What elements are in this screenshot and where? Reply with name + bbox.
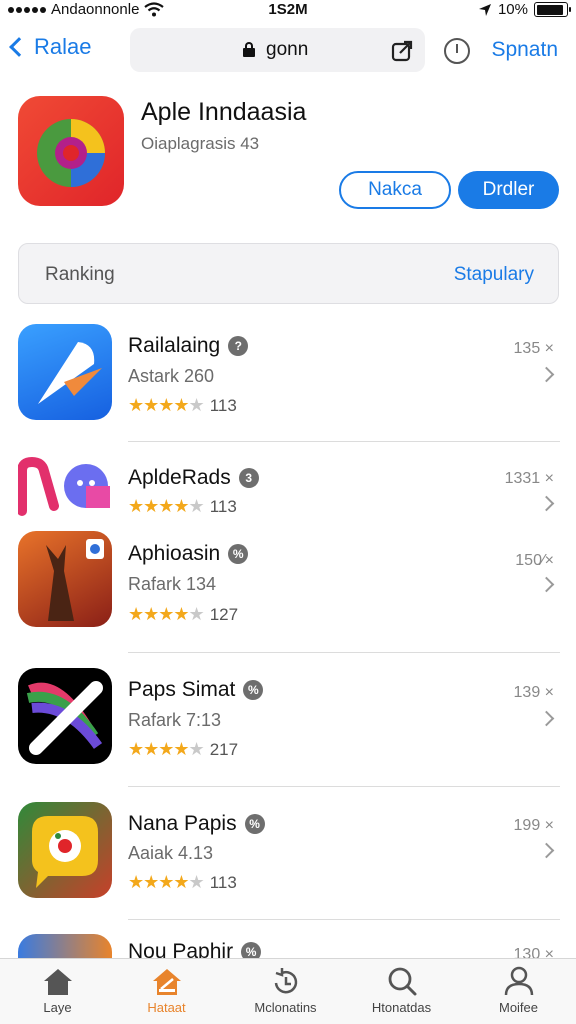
app-name: Paps Simat%: [128, 678, 264, 702]
tab-bar: Laye Hataat Mclonatins Htonatdas Moifee: [0, 958, 576, 1024]
tab-updates[interactable]: Mclonatins: [228, 965, 343, 1015]
info-badge-icon: %: [244, 814, 265, 834]
app-list-icon: [18, 324, 112, 420]
app-subtitle: Astark 260: [128, 366, 215, 386]
browser-nav-bar: Ralae gonn Spnatn: [0, 28, 576, 74]
info-badge-icon: 3: [238, 468, 259, 488]
app-icon: [18, 96, 124, 206]
app-name: Nou Paphir%: [128, 940, 262, 958]
row-meta: 1331 ×: [504, 470, 554, 487]
segment-ranking[interactable]: Ranking: [45, 264, 115, 286]
app-name: Nana Papis%: [128, 812, 265, 836]
list-item[interactable]: Nana Papis% Aaiak 4.13 ★★★★★ 113 199 ×: [0, 800, 576, 920]
battery-icon: [534, 2, 571, 17]
app-subtitle: Oiaplagrasis 43: [141, 134, 260, 153]
updates-icon: [274, 968, 297, 994]
info-badge-icon: %: [228, 544, 249, 564]
search-icon: [388, 967, 416, 996]
row-meta: 139 ×: [513, 684, 554, 701]
app-list-icon: [18, 934, 112, 958]
list-item[interactable]: Railalaing? Astark 260 ★★★★★ 113 135 ×: [0, 322, 576, 442]
back-label: Ralae: [34, 34, 92, 59]
tab-label: Hataat: [147, 1000, 186, 1015]
list-item[interactable]: Nou Paphir% 130 ×: [0, 932, 576, 958]
app-name: ApldeRads 3: [128, 466, 259, 490]
rating: ★★★★★ 113: [128, 872, 237, 892]
chevron-right-icon: [538, 495, 555, 512]
row-meta: 130 ×: [513, 946, 554, 958]
app-name: Railalaing?: [128, 334, 249, 358]
app-subtitle: Aaiak 4.13: [128, 843, 214, 863]
info-badge-icon: ?: [228, 336, 249, 356]
star-rating-icon: ★★★★★: [128, 395, 205, 415]
chevron-right-icon: [538, 366, 555, 383]
tab-label: Laye: [43, 1000, 72, 1015]
app-subtitle: Rafark 7:13: [128, 710, 222, 730]
divider: [128, 919, 560, 920]
rating: ★★★★★ 127: [128, 604, 239, 624]
tab-profile[interactable]: Moifee: [461, 965, 576, 1015]
location-arrow-icon: [478, 3, 491, 16]
app-list-icon: [18, 802, 112, 898]
segment-popular[interactable]: Stapulary: [454, 264, 534, 286]
star-rating-icon: ★★★★★: [128, 604, 205, 624]
ranking-segment-bar: Ranking Stapulary: [18, 243, 559, 304]
tab-featured[interactable]: Hataat: [109, 965, 224, 1015]
share-icon[interactable]: [391, 38, 415, 62]
divider: [128, 786, 560, 787]
divider: [128, 652, 560, 653]
tab-label: Moifee: [498, 1000, 539, 1015]
address-bar[interactable]: gonn: [130, 28, 425, 72]
profile-icon: [504, 966, 533, 996]
tab-home[interactable]: Laye: [0, 965, 115, 1015]
app-name: Aphioasin%: [128, 542, 249, 566]
status-right: 10%: [478, 1, 571, 18]
app-subtitle: Rafark 134: [128, 574, 217, 594]
lock-icon: [243, 42, 255, 57]
star-rating-icon: ★★★★★: [128, 872, 205, 892]
back-button[interactable]: Ralae: [6, 34, 91, 60]
battery-percent: 10%: [497, 1, 528, 18]
status-bar: Andaonnonle 1S2M 10%: [0, 0, 576, 22]
tab-search[interactable]: Htonatdas: [344, 965, 459, 1015]
chevron-right-icon: [538, 842, 555, 859]
nav-right-link[interactable]: Spnatn: [491, 38, 558, 62]
tab-label: Mclonatins: [254, 1000, 317, 1015]
list-item[interactable]: ApldeRads 3 ★★★★★ 113 1331 ×: [0, 452, 576, 522]
tab-label: Htonatdas: [371, 1000, 432, 1015]
featured-home-icon: [152, 969, 181, 995]
star-rating-icon: ★★★★★: [128, 496, 205, 516]
chevron-right-icon: [538, 576, 555, 593]
row-meta: 150⁄×: [515, 552, 554, 569]
home-icon: [43, 969, 72, 995]
app-list-icon: [18, 531, 112, 627]
rating: ★★★★★ 217: [128, 739, 239, 759]
address-url: gonn: [266, 39, 309, 60]
list-item[interactable]: Aphioasin% Rafark 134 ★★★★★ 127 150⁄×: [0, 530, 576, 650]
info-badge-icon: %: [243, 680, 264, 700]
rating: ★★★★★ 113: [128, 496, 237, 516]
divider: [128, 441, 560, 442]
row-meta: 135 ×: [513, 340, 554, 357]
star-rating-icon: ★★★★★: [128, 739, 205, 759]
app-title: Aple Inndaasia: [141, 98, 307, 126]
app-list-icon: [18, 668, 112, 764]
chevron-right-icon: [538, 710, 555, 727]
chevron-left-icon: [9, 37, 29, 57]
history-icon[interactable]: [444, 38, 470, 64]
app-list-icon: [18, 456, 112, 516]
row-meta: 199 ×: [513, 817, 554, 834]
info-badge-icon: %: [241, 942, 262, 958]
list-item[interactable]: Paps Simat% Rafark 7:13 ★★★★★ 217 139 ×: [0, 666, 576, 786]
secondary-action-button[interactable]: Nakca: [339, 171, 451, 209]
rating: ★★★★★ 113: [128, 395, 237, 415]
primary-action-button[interactable]: Drdler: [458, 171, 559, 209]
